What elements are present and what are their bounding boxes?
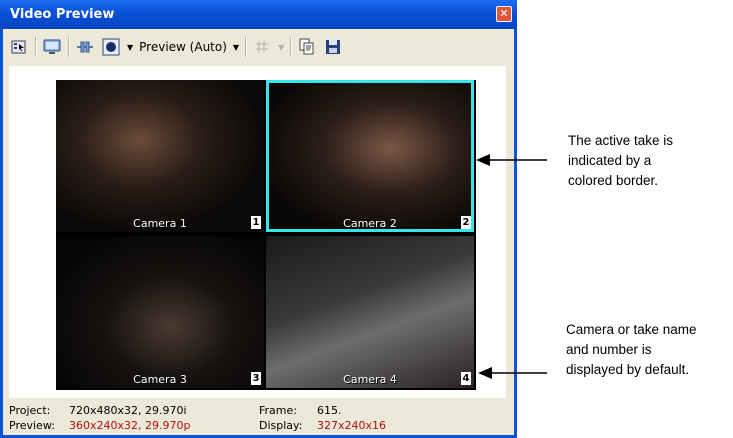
annotation-line: Camera or take name bbox=[566, 322, 697, 337]
annotation-line: displayed by default. bbox=[566, 362, 690, 377]
active-take-arrowhead bbox=[476, 154, 490, 166]
annotation-line: colored border. bbox=[568, 173, 659, 188]
annotation-line: The active take is bbox=[568, 133, 674, 148]
annotation-line: indicated by a bbox=[568, 153, 652, 168]
name-arrowhead bbox=[478, 367, 492, 379]
camera-name-annotation: Camera or take name and number is displa… bbox=[566, 320, 731, 380]
active-take-annotation: The active take is indicated by a colore… bbox=[568, 131, 728, 191]
annotation-line: and number is bbox=[566, 342, 652, 357]
